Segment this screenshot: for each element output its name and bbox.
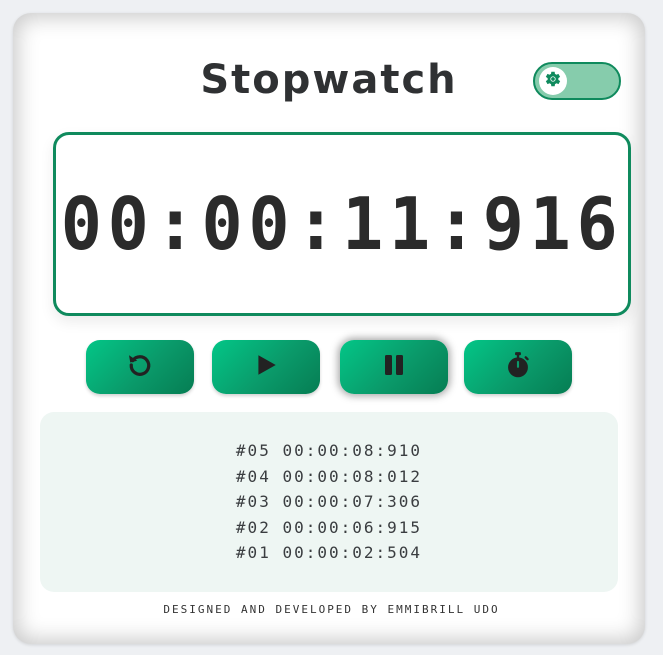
lap-time: 00:00:07:306 [282,492,423,512]
reset-icon [125,350,155,384]
lap-item: #05 00:00:08:910 [236,438,422,464]
start-button[interactable] [212,340,320,394]
toggle-knob [539,67,567,95]
lap-label: #04 [235,466,271,486]
play-icon [253,352,279,382]
gear-icon [543,69,563,93]
theme-toggle[interactable] [533,62,621,100]
lap-label: #03 [235,492,271,512]
lap-time: 00:00:08:012 [282,466,423,486]
lap-button[interactable] [464,340,572,394]
lap-label: #05 [235,441,271,461]
lap-time: 00:00:08:910 [282,441,423,461]
footer-credit: DESIGNED AND DEVELOPED BY EMMIBRILL UDO [163,603,500,616]
lap-label: #01 [235,543,271,563]
lap-list: #05 00:00:08:910 #04 00:00:08:012 #03 00… [40,412,618,592]
pause-button[interactable] [340,340,448,394]
lap-item: #03 00:00:07:306 [236,489,422,515]
reset-button[interactable] [86,340,194,394]
lap-item: #04 00:00:08:012 [236,464,422,490]
lap-item: #02 00:00:06:915 [236,515,422,541]
lap-time: 00:00:02:504 [282,543,423,563]
stopwatch-icon [504,351,532,383]
lap-time: 00:00:06:915 [282,517,423,537]
lap-item: #01 00:00:02:504 [236,540,422,566]
time-display: 00:00:11:916 [53,132,631,316]
elapsed-time: 00:00:11:916 [60,182,624,266]
pause-icon [382,353,406,381]
lap-label: #02 [235,517,271,537]
